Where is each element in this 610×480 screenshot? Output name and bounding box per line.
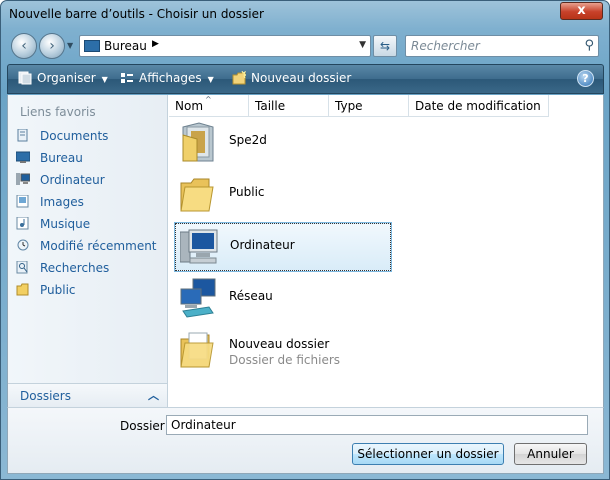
folder-icon xyxy=(179,329,217,371)
column-header-label: Type xyxy=(335,99,363,113)
address-bar[interactable]: Bureau ▶ ▼ xyxy=(79,35,371,57)
file-item-public[interactable]: Public xyxy=(175,171,391,219)
column-header-size[interactable]: Taille xyxy=(249,95,329,117)
dialog-footer: Dossier : Ordinateur Sélectionner un dos… xyxy=(7,407,604,474)
sidebar-item-label: Recherches xyxy=(40,261,110,275)
network-icon xyxy=(179,277,217,319)
computer-icon xyxy=(16,173,31,186)
file-item-network[interactable]: Réseau xyxy=(175,275,391,323)
file-list-pane: ^ Nom Taille Type Date de modification S… xyxy=(169,95,603,407)
views-dropdown-icon: ▼ xyxy=(207,75,214,84)
searches-icon xyxy=(16,260,30,274)
organize-label: Organiser xyxy=(37,71,96,85)
sidebar-item-label: Modifié récemment xyxy=(40,239,157,253)
column-header-label: Taille xyxy=(255,99,286,113)
file-item-spe2d[interactable]: Spe2d xyxy=(175,119,391,167)
search-input[interactable]: Rechercher ⚲ xyxy=(405,35,599,57)
content-area: Liens favoris Documents Bureau Ordinateu… xyxy=(7,95,604,407)
organize-button[interactable]: Organiser ▼ xyxy=(18,71,108,85)
help-icon[interactable]: ? xyxy=(577,70,594,87)
file-name: Nouveau dossier xyxy=(229,337,330,351)
recent-pages-dropdown-icon[interactable]: ▼ xyxy=(67,41,73,50)
desktop-icon xyxy=(84,40,100,52)
breadcrumb-arrow-icon[interactable]: ▶ xyxy=(152,39,159,49)
command-toolbar: Organiser ▼ Affichages ▼ Nouveau dossier ? xyxy=(7,64,604,94)
file-name: Public xyxy=(229,185,265,199)
sidebar-item-label: Documents xyxy=(40,129,109,143)
column-header-date-modified[interactable]: Date de modification xyxy=(409,95,549,117)
documents-icon xyxy=(16,128,30,142)
user-folder-icon xyxy=(179,121,217,163)
new-folder-button[interactable]: Nouveau dossier xyxy=(232,70,352,85)
new-folder-label: Nouveau dossier xyxy=(251,71,352,85)
sidebar-item-label: Bureau xyxy=(40,151,83,165)
window-title: Nouvelle barre d’outils - Choisir un dos… xyxy=(9,7,264,21)
dialog-window: Nouvelle barre d’outils - Choisir un dos… xyxy=(0,0,610,480)
views-label: Affichages xyxy=(139,71,202,85)
chevron-up-icon[interactable]: ︿ xyxy=(148,387,159,403)
file-name: Spe2d xyxy=(229,133,267,147)
sort-ascending-icon: ^ xyxy=(205,95,212,104)
search-placeholder: Rechercher xyxy=(411,39,480,53)
cancel-button[interactable]: Annuler xyxy=(514,443,587,465)
file-name: Réseau xyxy=(229,289,273,303)
file-item-computer[interactable]: Ordinateur xyxy=(174,222,392,272)
forward-button[interactable]: › xyxy=(39,33,65,59)
file-type-description: Dossier de fichiers xyxy=(229,353,341,367)
computer-icon xyxy=(179,226,218,268)
folder-name-input[interactable]: Ordinateur xyxy=(166,415,588,435)
sidebar-item-label: Musique xyxy=(40,217,91,231)
folders-toggle[interactable]: Dossiers ︿ xyxy=(8,383,167,407)
sidebar-item-pictures[interactable]: Images xyxy=(16,194,84,213)
sidebar-item-recent[interactable]: Modifié récemment xyxy=(16,239,157,257)
organize-dropdown-icon: ▼ xyxy=(101,75,108,84)
sidebar-item-label: Ordinateur xyxy=(40,173,105,187)
close-button[interactable]: x xyxy=(560,2,603,20)
music-icon xyxy=(16,216,30,230)
select-folder-button[interactable]: Sélectionner un dossier xyxy=(352,443,504,465)
desktop-icon xyxy=(15,151,31,164)
refresh-button[interactable]: ⇆ xyxy=(373,35,397,57)
column-header-name[interactable]: ^ Nom xyxy=(169,95,249,117)
sidebar-item-label: Public xyxy=(40,283,76,297)
sidebar-item-music[interactable]: Musique xyxy=(16,216,91,235)
column-header-type[interactable]: Type xyxy=(329,95,409,117)
folder-label: Dossier : xyxy=(120,419,173,433)
recent-icon xyxy=(16,239,30,252)
folders-label: Dossiers xyxy=(20,389,71,403)
column-header-label: Date de modification xyxy=(415,99,541,113)
navigation-pane: Liens favoris Documents Bureau Ordinateu… xyxy=(8,95,168,407)
sidebar-item-label: Images xyxy=(40,195,84,209)
folder-icon xyxy=(179,173,217,215)
sidebar-item-desktop[interactable]: Bureau xyxy=(15,151,83,169)
file-item-new-folder[interactable]: Nouveau dossier Dossier de fichiers xyxy=(175,327,391,375)
sidebar-item-documents[interactable]: Documents xyxy=(16,128,109,147)
sidebar-item-computer[interactable]: Ordinateur xyxy=(16,173,105,191)
search-icon[interactable]: ⚲ xyxy=(584,36,594,56)
folder-icon xyxy=(16,283,30,296)
views-button[interactable]: Affichages ▼ xyxy=(120,71,214,85)
address-dropdown-icon[interactable]: ▼ xyxy=(359,40,366,50)
pictures-icon xyxy=(16,194,30,208)
organize-icon xyxy=(18,71,32,85)
back-button[interactable]: ‹ xyxy=(11,33,37,59)
new-folder-icon xyxy=(232,70,248,85)
sidebar-item-public[interactable]: Public xyxy=(16,283,76,301)
views-icon xyxy=(120,71,134,85)
column-header-label: Nom xyxy=(175,99,204,113)
sidebar-item-searches[interactable]: Recherches xyxy=(16,260,110,279)
address-location[interactable]: Bureau xyxy=(104,39,147,53)
file-name: Ordinateur xyxy=(230,238,295,252)
favorite-links-header: Liens favoris xyxy=(20,105,96,119)
